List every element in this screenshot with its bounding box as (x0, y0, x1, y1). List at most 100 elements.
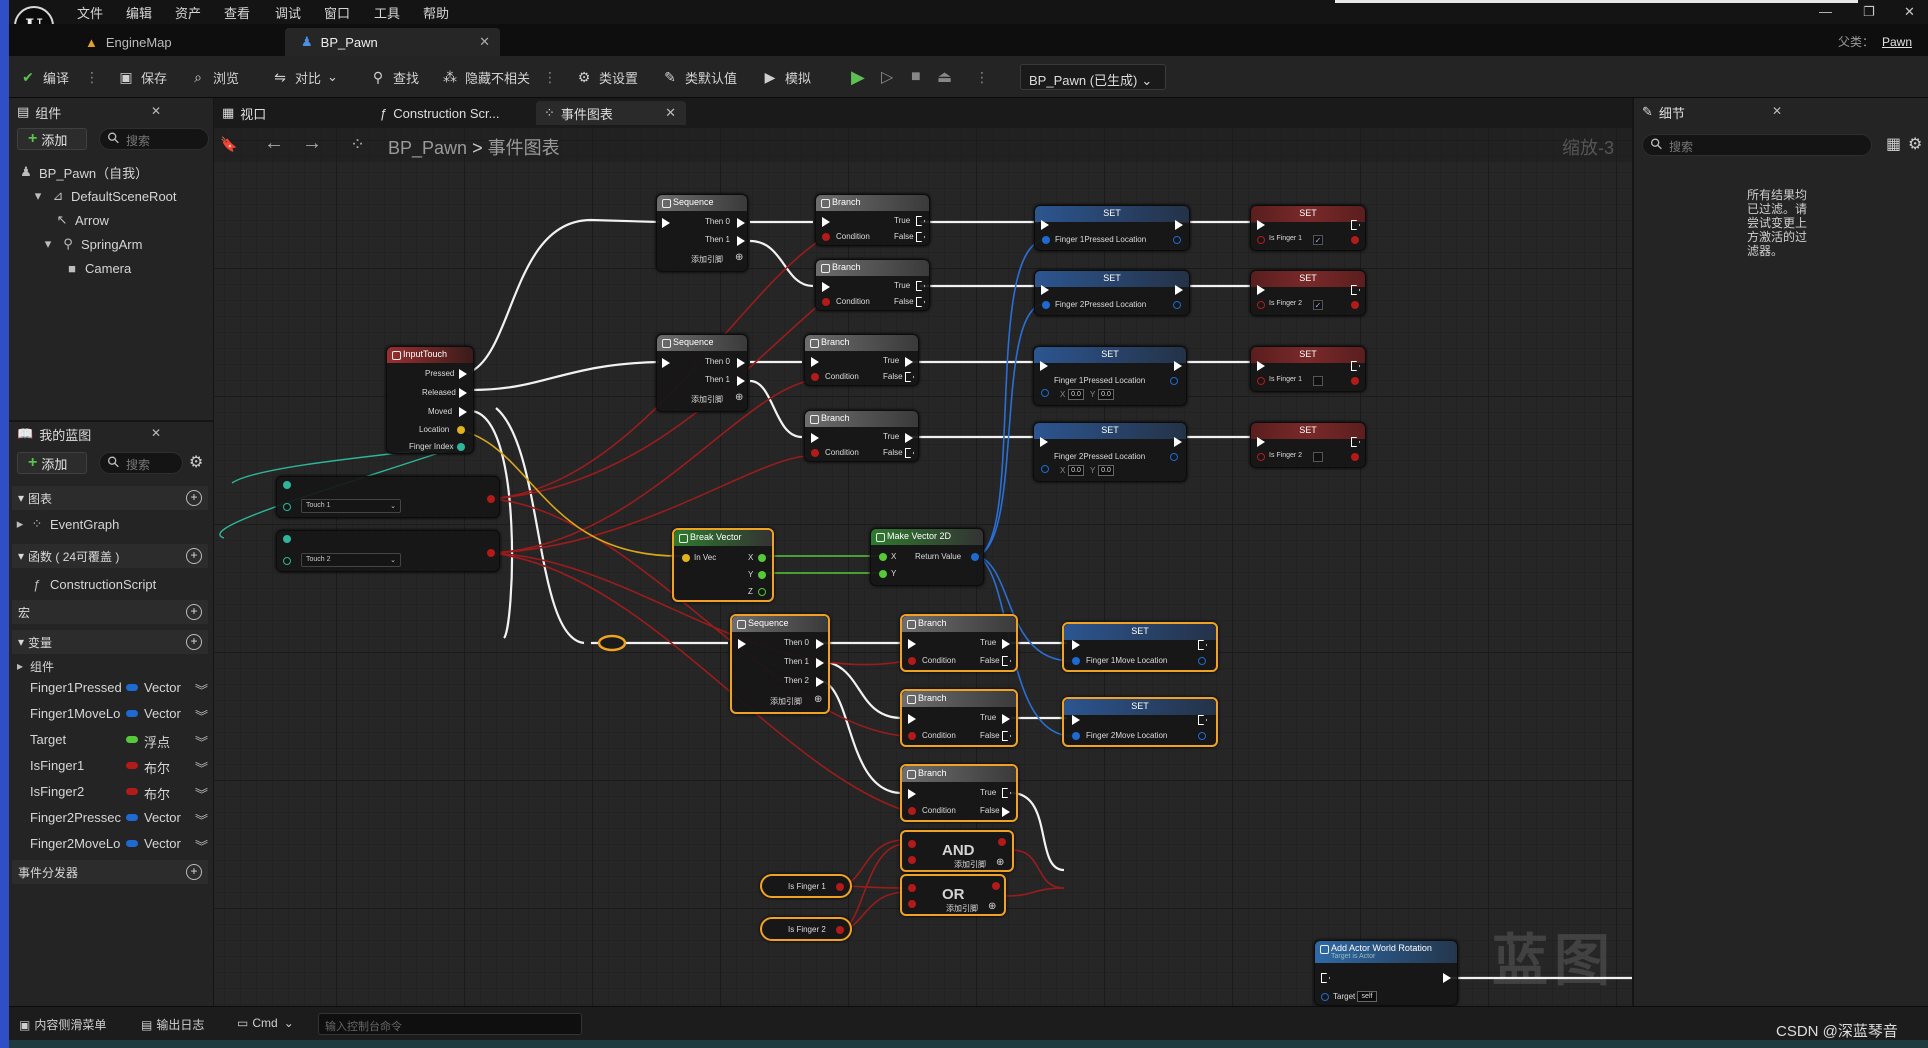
condition-pin[interactable] (908, 657, 916, 665)
components-tab[interactable]: ▤ 组件 (17, 100, 61, 124)
exec-out-pin[interactable] (1002, 788, 1011, 798)
menu-help[interactable]: 帮助 (423, 3, 449, 22)
vector-in-pin[interactable] (682, 554, 690, 562)
condition-pin[interactable] (811, 449, 819, 457)
bool-checkbox-unchecked[interactable] (1313, 376, 1323, 386)
exec-out-pin[interactable] (737, 236, 745, 246)
set-vector-node[interactable]: SET Finger 1Move Location (1062, 622, 1218, 672)
add-pin-button[interactable]: 添加引脚 (946, 903, 978, 914)
exec-out-pin[interactable] (737, 218, 745, 228)
play-options-icon[interactable]: ⋮ (975, 68, 989, 86)
float-in-pin[interactable] (879, 570, 887, 578)
set-vector-node[interactable]: SET Finger 2Move Location (1062, 697, 1218, 747)
variable-item[interactable]: Finger1MoveLo Vector ︾ (30, 704, 208, 724)
bool-out-pin[interactable] (1351, 236, 1359, 244)
exec-in-pin[interactable] (662, 358, 670, 368)
exec-in-pin[interactable] (1257, 220, 1265, 230)
add-pin-icon[interactable]: ⊕ (988, 901, 996, 912)
bool-out-pin[interactable] (992, 882, 1000, 890)
break-vector-node[interactable]: Break Vector In Vec X Y Z (672, 528, 774, 602)
condition-pin[interactable] (822, 233, 830, 241)
content-drawer-button[interactable]: ▣ 内容侧滑菜单 (19, 1016, 106, 1033)
exec-in-pin[interactable] (908, 714, 916, 724)
bool-checkbox-checked[interactable]: ✓ (1313, 235, 1323, 245)
exec-in-pin[interactable] (908, 639, 916, 649)
menu-window[interactable]: 窗口 (324, 3, 350, 22)
set-vector-node[interactable]: SET Finger 2Pressed Location X 0.0 Y 0.0 (1033, 422, 1187, 482)
and-node[interactable]: AND 添加引脚 ⊕ (900, 830, 1014, 872)
finger-index-pin[interactable] (457, 443, 465, 451)
tree-item-scene-root[interactable]: ▾ ⊿ DefaultSceneRoot (31, 186, 177, 206)
bool-in-pin[interactable] (1257, 377, 1265, 385)
exec-out-pin[interactable] (816, 658, 824, 668)
section-macros[interactable]: 宏 + (12, 600, 208, 624)
exec-out-pin[interactable] (905, 372, 914, 382)
add-member-button[interactable]: + 添加 (17, 452, 87, 474)
touch2-compare-node[interactable]: Touch 2 ⌄ (276, 530, 500, 572)
bool-in-pin[interactable] (1257, 236, 1265, 244)
vector-out-pin[interactable] (1198, 657, 1206, 665)
exec-in-pin[interactable] (1257, 437, 1265, 447)
cmd-select[interactable]: ▭ Cmd ⌄ (237, 1016, 294, 1030)
variable-item[interactable]: Target 浮点 ︾ (30, 730, 208, 750)
details-search-input[interactable]: 搜索 (1642, 134, 1872, 156)
play-icon[interactable]: ▶ (851, 65, 865, 89)
bool-in-pin[interactable] (908, 856, 916, 864)
add-variable-icon[interactable]: + (186, 634, 202, 650)
set-vector-node[interactable]: SET Finger 2Pressed Location (1034, 270, 1190, 316)
components-search-input[interactable]: 搜索 (99, 128, 209, 150)
close-tab-icon[interactable]: ✕ (665, 105, 676, 121)
save-button[interactable]: ▣ 保存 (117, 65, 167, 89)
target-pin[interactable] (1321, 993, 1329, 1001)
vector-out-pin[interactable] (1170, 377, 1178, 385)
branch-node[interactable]: Branch True Condition False (815, 194, 930, 246)
section-dispatchers[interactable]: 事件分发器 + (12, 860, 208, 884)
bookmark-icon[interactable]: 🔖 (220, 136, 237, 153)
visibility-eye-icon[interactable]: ︾ (195, 784, 208, 803)
exec-out-pin[interactable] (905, 448, 914, 458)
variable-item[interactable]: IsFinger2 布尔 ︾ (30, 782, 208, 802)
exec-out-pin[interactable] (1443, 973, 1451, 983)
exec-out-pin[interactable] (816, 639, 824, 649)
touch1-compare-node[interactable]: Touch 1 ⌄ (276, 476, 500, 518)
add-pin-icon[interactable]: ⊕ (996, 857, 1004, 868)
exec-out-pin[interactable] (905, 357, 913, 367)
vector-in-pin[interactable] (1042, 301, 1050, 309)
exec-out-pin[interactable] (905, 433, 913, 443)
variable-item[interactable]: Finger2MoveLo Vector ︾ (30, 834, 208, 854)
sequence-node[interactable]: Sequence Then 0 Then 1 Then 2 添加引脚 ⊕ (730, 614, 830, 714)
get-is-finger2-node[interactable]: Is Finger 2 (760, 917, 852, 941)
simulate-button[interactable]: ▶ 模拟 (761, 65, 811, 89)
diff-button[interactable]: ⇋ 对比 ⌄ (271, 65, 338, 89)
condition-pin[interactable] (908, 732, 916, 740)
table-view-icon[interactable]: ▦ (1886, 134, 1901, 154)
bool-checkbox-checked[interactable]: ✓ (1313, 300, 1323, 310)
close-tab-icon[interactable]: ✕ (479, 34, 490, 50)
details-tab[interactable]: ✎ 细节 (1642, 100, 1685, 124)
exec-out-pin[interactable] (459, 388, 467, 398)
menu-file[interactable]: 文件 (77, 3, 103, 22)
float-out-pin[interactable] (758, 554, 766, 562)
add-actor-world-rotation-node[interactable]: Add Actor World Rotation Target is Actor … (1314, 940, 1458, 1006)
visibility-eye-icon[interactable]: ︾ (195, 758, 208, 777)
exec-out-pin[interactable] (1002, 714, 1010, 724)
exec-in-pin[interactable] (822, 282, 830, 292)
add-pin-button[interactable]: 添加引脚 (954, 859, 986, 870)
eject-icon[interactable]: ⏏ (937, 65, 952, 89)
vector-out-pin[interactable] (1173, 236, 1181, 244)
output-log-button[interactable]: ▤ 输出日志 (141, 1016, 204, 1033)
location-out-pin[interactable] (457, 426, 465, 434)
exec-in-pin[interactable] (1040, 361, 1048, 371)
breadcrumb-root[interactable]: BP_Pawn (388, 138, 467, 158)
exec-out-pin[interactable] (737, 376, 745, 386)
visibility-eye-icon[interactable]: ︾ (195, 732, 208, 751)
exec-out-pin[interactable] (1174, 361, 1182, 371)
exec-out-pin[interactable] (459, 407, 467, 417)
back-arrow-icon[interactable]: ← (264, 132, 284, 155)
class-defaults-button[interactable]: ✎ 类默认值 (661, 65, 737, 89)
branch-node[interactable]: Branch True Condition False (900, 614, 1018, 672)
forward-arrow-icon[interactable]: → (302, 132, 322, 155)
variable-item[interactable]: Finger1Pressed Vector ︾ (30, 678, 208, 698)
exec-out-pin[interactable] (1002, 731, 1011, 741)
bool-out-pin[interactable] (836, 883, 844, 891)
